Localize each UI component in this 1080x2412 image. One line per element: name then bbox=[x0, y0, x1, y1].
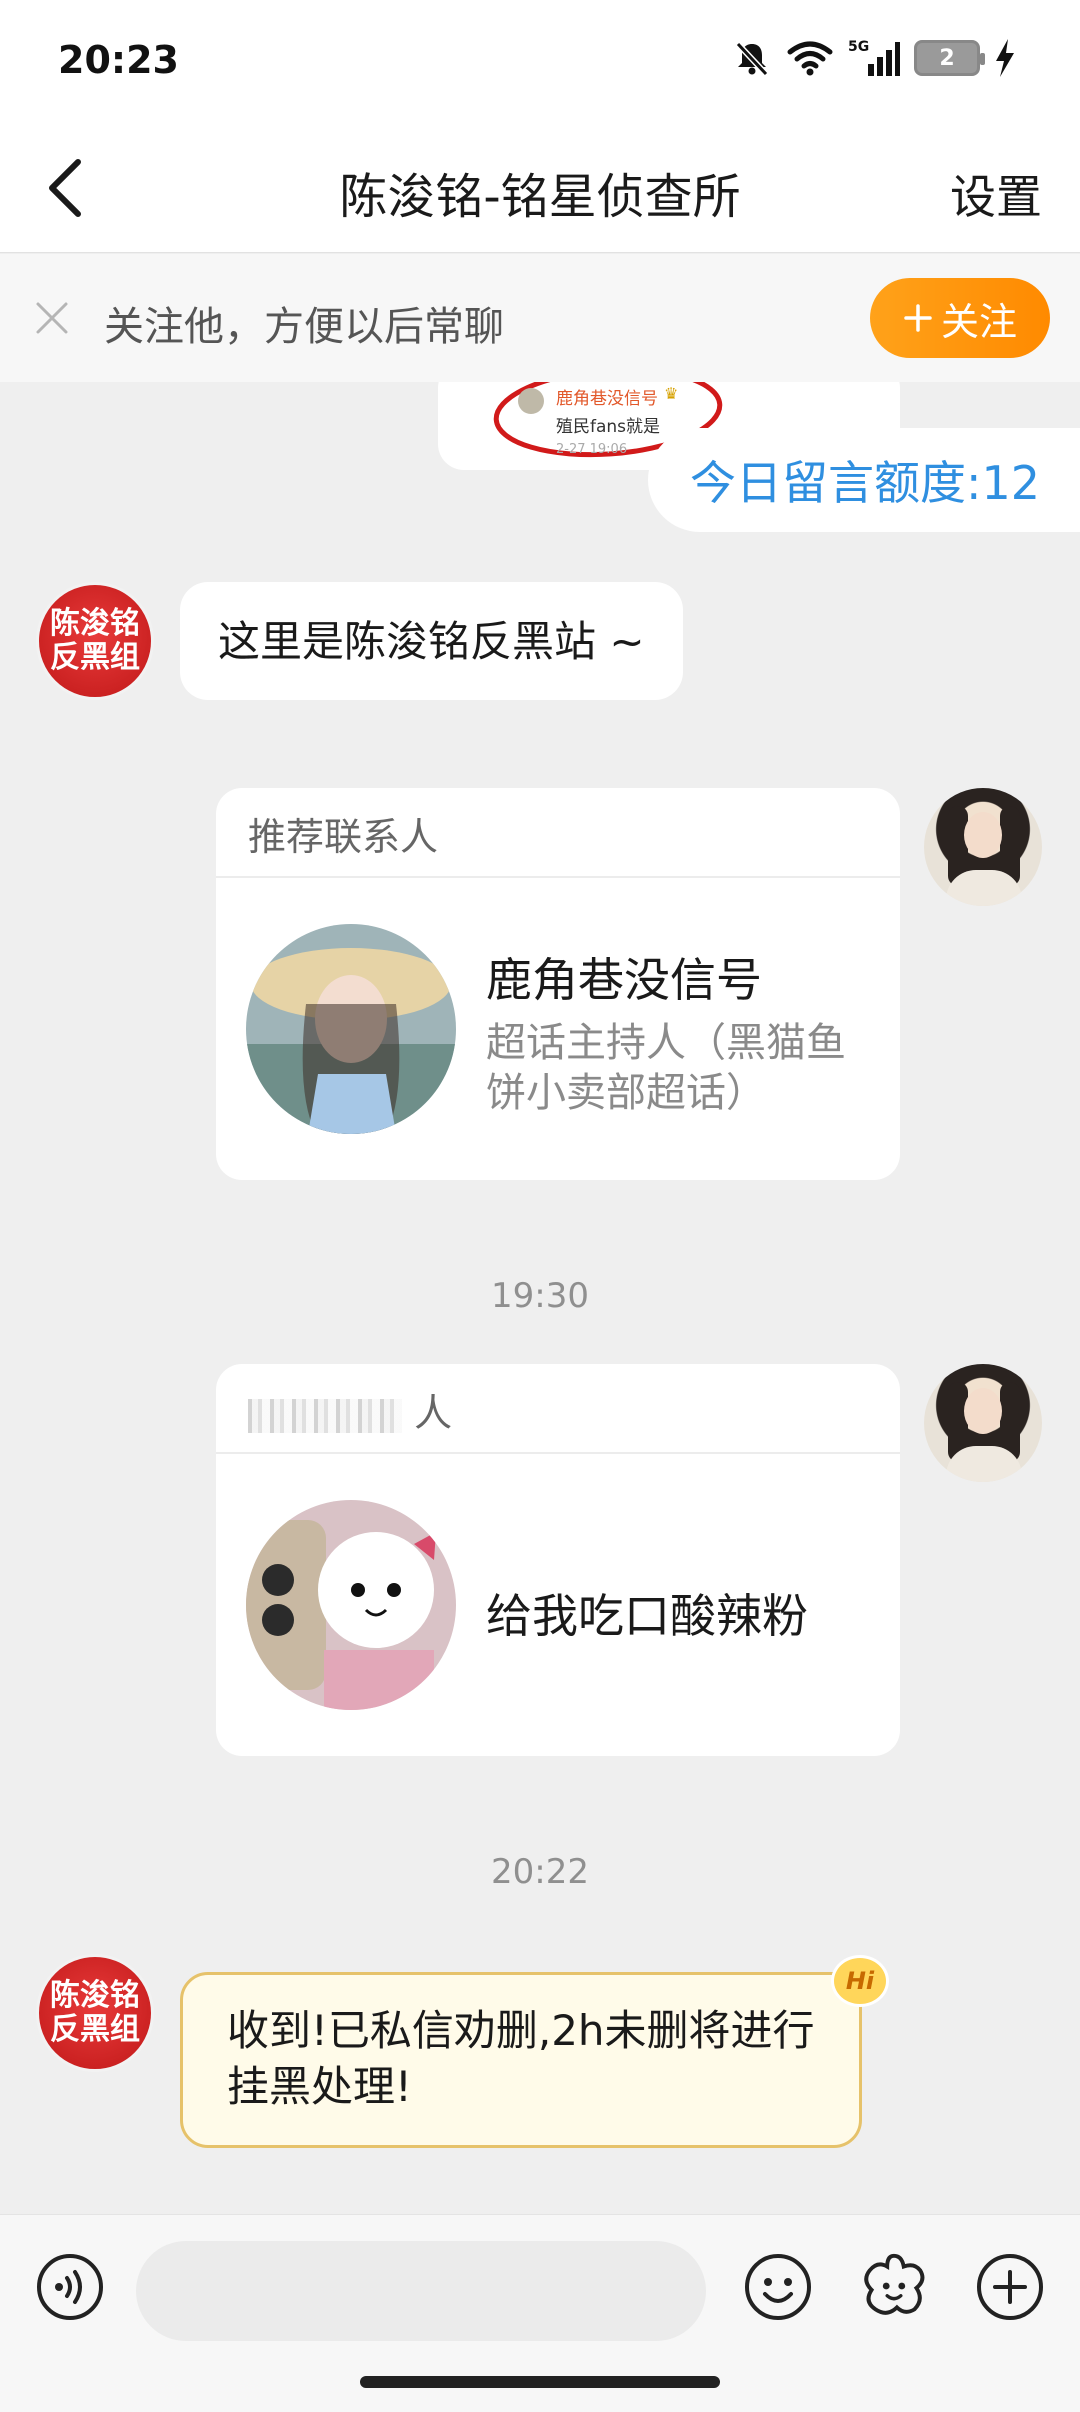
avatar-text-line1: 陈浚铭 bbox=[50, 606, 140, 641]
timestamp: 20:22 bbox=[491, 1852, 589, 1892]
blurred-name bbox=[248, 1398, 402, 1433]
settings-button[interactable]: 设置 bbox=[950, 161, 1042, 227]
add-icon bbox=[977, 2254, 1043, 2320]
svg-text:5G: 5G bbox=[848, 39, 869, 55]
avatar[interactable] bbox=[924, 1364, 1042, 1482]
emoji-icon bbox=[745, 2254, 811, 2320]
follow-button-label: 关注 bbox=[940, 299, 1017, 344]
nav-bar: 陈浚铭-铭星侦查所 设置 bbox=[0, 125, 1080, 253]
avatar-text-line2: 反黑组 bbox=[50, 640, 140, 675]
sticker-icon bbox=[864, 2253, 925, 2315]
forwarded-user-name: 鹿角巷没信号 bbox=[556, 389, 658, 409]
avatar[interactable]: 陈浚铭 反黑组 bbox=[36, 1954, 154, 2072]
mute-bell-icon bbox=[735, 41, 769, 77]
system-message-bubble[interactable]: 收到!已私信劝删,2h未删将进行挂黑处理! Hi bbox=[180, 1955, 889, 2148]
user-avatar bbox=[246, 1500, 456, 1710]
card-header: 人 bbox=[216, 1364, 900, 1454]
timestamp: 19:30 bbox=[491, 1276, 589, 1316]
hi-badge: Hi bbox=[831, 1955, 889, 2007]
message-bubble[interactable]: 这里是陈浚铭反黑站 ~ bbox=[180, 582, 683, 700]
follow-prompt-text: 关注他，方便以后常聊 bbox=[104, 304, 504, 350]
status-time: 20:23 bbox=[58, 38, 179, 82]
status-bar: 20:23 5G 2 bbox=[0, 0, 1080, 125]
avatar[interactable] bbox=[924, 788, 1042, 906]
forwarded-text: 殖民fans就是 bbox=[556, 417, 661, 437]
wifi-icon bbox=[787, 41, 833, 76]
message-quota-badge: 今日留言额度:12 bbox=[648, 428, 1080, 532]
voice-icon bbox=[37, 2254, 103, 2320]
battery-indicator: 2 bbox=[914, 40, 985, 76]
chat-area[interactable]: 鹿角巷没信号 ♛ 殖民fans就是 2-27 19:06 今日留言额度:12 陈… bbox=[0, 382, 1080, 2214]
home-indicator[interactable] bbox=[360, 2376, 720, 2388]
add-button[interactable] bbox=[974, 2251, 1046, 2323]
contact-avatar bbox=[246, 924, 456, 1134]
status-icons: 5G 2 bbox=[732, 38, 1016, 78]
emoji-button[interactable] bbox=[742, 2251, 814, 2323]
signal-icon: 5G bbox=[848, 39, 900, 76]
contact-name: 鹿角巷没信号 bbox=[486, 953, 762, 1007]
close-icon[interactable] bbox=[32, 298, 72, 338]
avatar-text-line2: 反黑组 bbox=[50, 2012, 140, 2047]
card-header: 推荐联系人 bbox=[216, 788, 900, 878]
message-input[interactable] bbox=[136, 2241, 706, 2341]
charging-icon bbox=[996, 39, 1014, 77]
crown-icon: ♛ bbox=[664, 384, 679, 403]
avatar-text-line1: 陈浚铭 bbox=[50, 1978, 140, 2013]
contact-description: 超话主持人（黑猫鱼饼小卖部超话） bbox=[486, 1020, 846, 1116]
voice-button[interactable] bbox=[34, 2251, 106, 2323]
avatar bbox=[518, 388, 544, 414]
page-title: 陈浚铭-铭星侦查所 bbox=[339, 169, 741, 225]
sticker-button[interactable] bbox=[858, 2251, 930, 2323]
card-header-text: 人 bbox=[414, 1391, 453, 1435]
shared-message: 给我吃口酸辣粉 bbox=[486, 1589, 808, 1643]
follow-button[interactable]: 关注 bbox=[870, 278, 1050, 358]
forwarded-time: 2-27 19:06 bbox=[556, 442, 628, 457]
contact-card[interactable]: 推荐联系人 鹿角巷没信号 超话主持人（黑猫鱼饼小卖部超话） bbox=[216, 788, 900, 1180]
message-text: 这里是陈浚铭反黑站 ~ bbox=[218, 617, 645, 666]
shared-user-card[interactable]: 人 给我吃口酸辣粉 bbox=[216, 1364, 900, 1756]
avatar[interactable]: 陈浚铭 反黑组 bbox=[36, 582, 154, 700]
plus-icon bbox=[904, 304, 932, 332]
follow-banner: 关注他，方便以后常聊 关注 bbox=[0, 254, 1080, 382]
message-text: 收到!已私信劝删,2h未删将进行挂黑处理! bbox=[227, 2006, 815, 2111]
